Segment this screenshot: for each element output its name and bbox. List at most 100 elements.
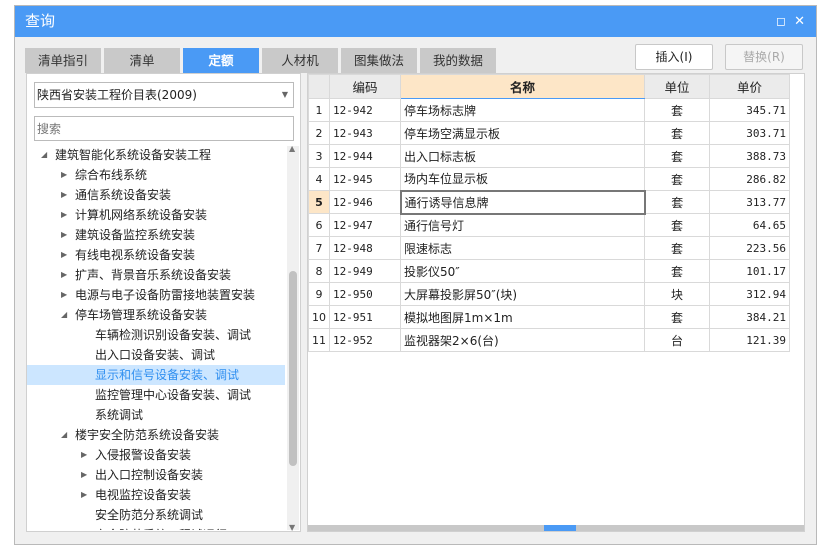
tree-node[interactable]: ▶ 扩声、背景音乐系统设备安装 [27, 265, 285, 285]
table-row[interactable]: 10 12-951 模拟地图屏1m×1m 套 384.21 [308, 305, 790, 329]
code-cell[interactable]: 12-951 [329, 305, 401, 329]
name-cell[interactable]: 通行信号灯 [400, 213, 645, 237]
tab-0[interactable]: 清单指引 [25, 48, 101, 73]
table-row[interactable]: 11 12-952 监视器架2×6(台) 台 121.39 [308, 328, 790, 352]
table-row[interactable]: 5 12-946 通行诱导信息牌套 313.77 [308, 189, 790, 215]
search-input[interactable] [34, 116, 294, 141]
title-bar[interactable]: 查询 ◻ ✕ [15, 6, 816, 37]
price-cell[interactable]: 303.71 [709, 121, 790, 145]
scroll-up-icon[interactable]: ▲ [289, 144, 295, 153]
unit-cell[interactable]: 套 [644, 190, 710, 214]
code-cell[interactable]: 12-946 [329, 190, 401, 214]
price-cell[interactable]: 388.73 [709, 144, 790, 168]
row-index[interactable]: 8 [308, 259, 330, 283]
tree-node[interactable]: ◢ 停车场管理系统设备安装 [27, 305, 285, 325]
tree-node[interactable]: ▶ 电视监控设备安装 [27, 485, 285, 505]
name-cell[interactable]: 出入口标志板 [400, 144, 645, 168]
unit-cell[interactable]: 台 [644, 328, 710, 352]
name-cell[interactable]: 场内车位显示板 [400, 167, 645, 191]
tab-4[interactable]: 图集做法 [341, 48, 417, 73]
expand-arrow-icon[interactable]: ▶ [81, 465, 87, 485]
name-cell[interactable]: 停车场空满显示板 [400, 121, 645, 145]
expand-arrow-icon[interactable]: ▶ [81, 445, 87, 465]
price-cell[interactable]: 64.65 [709, 213, 790, 237]
scroll-thumb[interactable] [289, 271, 297, 466]
unit-cell[interactable]: 套 [644, 98, 710, 122]
scroll-down-icon[interactable]: ▼ [289, 523, 295, 532]
expand-arrow-icon[interactable]: ▶ [61, 205, 67, 225]
price-cell[interactable]: 312.94 [709, 282, 790, 306]
unit-cell[interactable]: 套 [644, 236, 710, 260]
unit-cell[interactable]: 套 [644, 213, 710, 237]
tree-scrollbar[interactable]: ▲ ▼ [287, 144, 299, 532]
expand-arrow-icon[interactable]: ▶ [61, 225, 67, 245]
name-cell[interactable]: 通行诱导信息牌 [399, 189, 646, 215]
tree-node[interactable]: 安全防范系统工程试运行 [27, 525, 285, 530]
col-header-price[interactable]: 单价 [709, 74, 790, 99]
table-row[interactable]: 3 12-944 出入口标志板套 388.73 [308, 144, 790, 168]
name-cell[interactable]: 监视器架2×6(台) [400, 328, 645, 352]
table-row[interactable]: 1 12-942 停车场标志牌套 345.71 [308, 98, 790, 122]
tree-node[interactable]: ▶ 综合布线系统 [27, 165, 285, 185]
price-cell[interactable]: 313.77 [709, 190, 790, 214]
library-select[interactable]: 陕西省安装工程价目表(2009) ▼ [34, 82, 294, 108]
tree-node[interactable]: ◢ 楼宇安全防范系统设备安装 [27, 425, 285, 445]
code-cell[interactable]: 12-947 [329, 213, 401, 237]
price-cell[interactable]: 223.56 [709, 236, 790, 260]
price-cell[interactable]: 121.39 [709, 328, 790, 352]
row-index[interactable]: 5 [308, 190, 330, 214]
row-index[interactable]: 1 [308, 98, 330, 122]
tree-node[interactable]: 系统调试 [27, 405, 285, 425]
name-cell[interactable]: 模拟地图屏1m×1m [400, 305, 645, 329]
col-header-name[interactable]: 名称 [400, 74, 645, 99]
replace-button[interactable]: 替换(R) [725, 44, 803, 70]
collapse-arrow-icon[interactable]: ◢ [61, 425, 67, 445]
name-cell[interactable]: 大屏幕投影屏50″(块) [400, 282, 645, 306]
collapse-arrow-icon[interactable]: ◢ [61, 305, 67, 325]
expand-arrow-icon[interactable]: ▶ [61, 285, 67, 305]
tree-node[interactable]: 安全防范分系统调试 [27, 505, 285, 525]
row-index[interactable]: 10 [308, 305, 330, 329]
tree-node[interactable]: ▶ 电源与电子设备防雷接地装置安装 [27, 285, 285, 305]
row-index[interactable]: 2 [308, 121, 330, 145]
table-row[interactable]: 9 12-950 大屏幕投影屏50″(块) 块 312.94 [308, 282, 790, 306]
tab-5[interactable]: 我的数据 [420, 48, 496, 73]
expand-arrow-icon[interactable]: ▶ [81, 485, 87, 505]
unit-cell[interactable]: 套 [644, 167, 710, 191]
col-header-unit[interactable]: 单位 [644, 74, 710, 99]
code-cell[interactable]: 12-949 [329, 259, 401, 283]
expand-arrow-icon[interactable]: ▶ [61, 245, 67, 265]
close-icon[interactable]: ✕ [794, 6, 805, 37]
tree-node[interactable]: 车辆检测识别设备安装、调试 [27, 325, 285, 345]
code-cell[interactable]: 12-948 [329, 236, 401, 260]
tree-node[interactable]: 显示和信号设备安装、调试 [27, 365, 285, 385]
name-cell[interactable]: 投影仪50″ [400, 259, 645, 283]
tab-1[interactable]: 清单 [104, 48, 180, 73]
row-index[interactable]: 4 [308, 167, 330, 191]
price-cell[interactable]: 345.71 [709, 98, 790, 122]
expand-arrow-icon[interactable]: ▶ [61, 265, 67, 285]
tree-node[interactable]: ▶ 有线电视系统设备安装 [27, 245, 285, 265]
tree-node[interactable]: ▶ 计算机网络系统设备安装 [27, 205, 285, 225]
row-index[interactable]: 7 [308, 236, 330, 260]
scroll-grip[interactable] [544, 525, 576, 531]
maximize-icon[interactable]: ◻ [776, 6, 786, 37]
tree-node[interactable]: 监控管理中心设备安装、调试 [27, 385, 285, 405]
expand-arrow-icon[interactable]: ▶ [61, 185, 67, 205]
unit-cell[interactable]: 套 [644, 144, 710, 168]
unit-cell[interactable]: 套 [644, 259, 710, 283]
table-row[interactable]: 2 12-943 停车场空满显示板套 303.71 [308, 121, 790, 145]
table-row[interactable]: 4 12-945 场内车位显示板套 286.82 [308, 167, 790, 191]
tree-node[interactable]: ▶ 入侵报警设备安装 [27, 445, 285, 465]
tree-node[interactable]: ▶ 通信系统设备安装 [27, 185, 285, 205]
expand-arrow-icon[interactable]: ▶ [61, 165, 67, 185]
collapse-arrow-icon[interactable]: ◢ [41, 145, 47, 165]
name-cell[interactable]: 停车场标志牌 [400, 98, 645, 122]
tab-2[interactable]: 定额 [183, 48, 259, 73]
code-cell[interactable]: 12-942 [329, 98, 401, 122]
unit-cell[interactable]: 块 [644, 282, 710, 306]
code-cell[interactable]: 12-950 [329, 282, 401, 306]
table-row[interactable]: 7 12-948 限速标志套 223.56 [308, 236, 790, 260]
unit-cell[interactable]: 套 [644, 305, 710, 329]
tree-node[interactable]: 出入口设备安装、调试 [27, 345, 285, 365]
